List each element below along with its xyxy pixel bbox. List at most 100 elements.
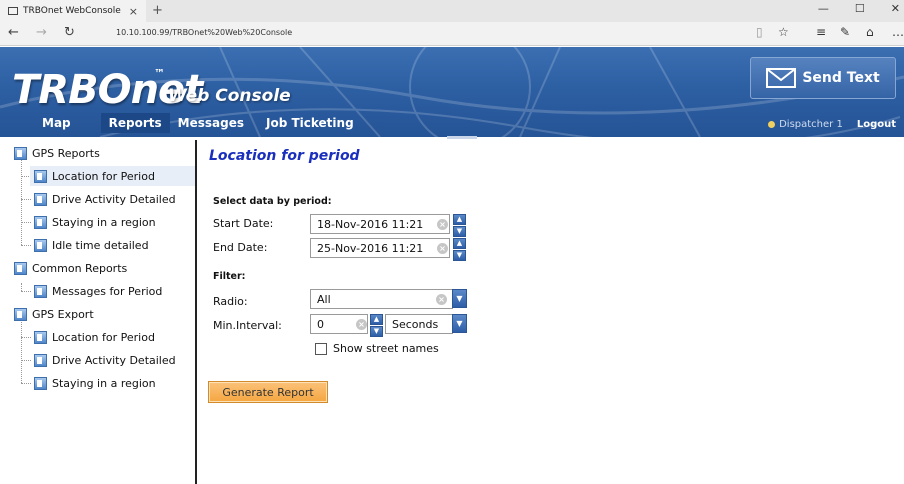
header-splitter-handle[interactable]	[447, 136, 477, 139]
clear-start-date-icon[interactable]: ×	[437, 219, 448, 230]
tree-item-export-location-for-period[interactable]: Location for Period	[30, 327, 159, 347]
send-text-button[interactable]: Send Text	[750, 57, 896, 99]
tree-item-label: Drive Activity Detailed	[52, 192, 176, 206]
main-menu: Map Reports Messages Job Ticketing	[0, 113, 362, 133]
tree-item-label: Idle time detailed	[52, 238, 149, 252]
min-interval-spinner[interactable]: ▲ ▼	[370, 314, 383, 337]
end-date-spinner[interactable]: ▲ ▼	[453, 238, 466, 261]
report-icon	[34, 215, 47, 229]
menu-item-reports[interactable]: Reports	[100, 113, 170, 133]
app-header: TRBOnet ™ Web Console Map Reports Messag…	[0, 47, 904, 137]
report-icon	[34, 353, 47, 367]
menu-item-map[interactable]: Map	[0, 113, 101, 133]
tree-item-label: Drive Activity Detailed	[52, 353, 176, 367]
forward-icon[interactable]: →	[36, 25, 47, 40]
hub-icon[interactable]: ≡	[816, 25, 826, 39]
tab-close-icon[interactable]: ×	[129, 5, 138, 18]
page-title: Location for period	[209, 148, 360, 164]
tree-group-gps-reports[interactable]: GPS Reports	[10, 143, 104, 163]
tree-item-label: Location for Period	[52, 330, 155, 344]
radio-dropdown-icon[interactable]: ▼	[452, 289, 467, 308]
report-tree: GPS Reports Location for Period Drive Ac…	[0, 140, 197, 484]
start-date-spinner[interactable]: ▲ ▼	[453, 214, 466, 237]
clear-radio-icon[interactable]: ×	[436, 294, 447, 305]
tree-item-staying-in-region[interactable]: Staying in a region	[30, 212, 160, 232]
tree-item-idle-time-detailed[interactable]: Idle time detailed	[30, 235, 153, 255]
report-icon	[34, 376, 47, 390]
more-icon[interactable]: …	[892, 25, 904, 39]
back-icon[interactable]: ←	[8, 25, 19, 40]
tree-group-common-reports[interactable]: Common Reports	[10, 258, 131, 278]
report-icon	[34, 330, 47, 344]
tab-page-icon	[8, 7, 18, 15]
spin-up-icon[interactable]: ▲	[453, 238, 466, 249]
report-icon	[34, 284, 47, 298]
menu-item-messages[interactable]: Messages	[170, 113, 252, 133]
maximize-icon[interactable]: ☐	[855, 2, 865, 15]
browser-tabbar: TRBOnet WebConsole × + — ☐ ✕	[0, 0, 904, 22]
tree-item-label: Location for Period	[52, 169, 155, 183]
tree-item-location-for-period[interactable]: Location for Period	[30, 166, 195, 186]
tree-item-drive-activity-detailed[interactable]: Drive Activity Detailed	[30, 189, 180, 209]
reading-view-icon[interactable]: ▯	[756, 25, 763, 39]
browser-tab[interactable]: TRBOnet WebConsole ×	[0, 0, 146, 22]
minimize-icon[interactable]: —	[818, 2, 829, 15]
interval-unit-dropdown-icon[interactable]: ▼	[452, 314, 467, 333]
show-street-names-label: Show street names	[333, 342, 439, 355]
app-subtitle: Web Console	[168, 86, 291, 106]
report-icon	[34, 238, 47, 252]
spin-down-icon[interactable]: ▼	[453, 250, 466, 261]
favorite-star-icon[interactable]: ☆	[778, 25, 789, 39]
close-window-icon[interactable]: ✕	[891, 2, 900, 15]
trademark-mark: ™	[154, 67, 165, 80]
select-period-heading: Select data by period:	[213, 196, 332, 207]
radio-label: Radio:	[213, 295, 248, 308]
send-text-label: Send Text	[802, 70, 880, 86]
tree-item-label: Staying in a region	[52, 215, 156, 229]
report-form-panel: Location for period Select data by perio…	[199, 140, 904, 484]
report-icon	[34, 169, 47, 183]
report-folder-icon	[14, 307, 27, 321]
clear-interval-icon[interactable]: ×	[356, 319, 367, 330]
tree-item-messages-for-period[interactable]: Messages for Period	[30, 281, 166, 301]
logout-link[interactable]: Logout	[857, 119, 896, 130]
spin-up-icon[interactable]: ▲	[453, 214, 466, 225]
tree-item-label: Staying in a region	[52, 376, 156, 390]
window-controls: — ☐ ✕	[818, 2, 904, 15]
spin-up-icon[interactable]: ▲	[370, 314, 383, 325]
user-status: Dispatcher 1 Logout	[768, 119, 896, 130]
start-date-input[interactable]: 18-Nov-2016 11:21	[310, 214, 450, 234]
radio-select[interactable]: All	[310, 289, 453, 309]
menu-item-job-ticketing[interactable]: Job Ticketing	[252, 113, 362, 133]
interval-unit-value: Seconds	[392, 317, 439, 331]
tree-group-label: Common Reports	[32, 261, 128, 275]
show-street-names-checkbox[interactable]	[315, 343, 327, 355]
end-date-input[interactable]: 25-Nov-2016 11:21	[310, 238, 450, 258]
tree-item-export-drive-activity-detailed[interactable]: Drive Activity Detailed	[30, 350, 180, 370]
interval-unit-select[interactable]: Seconds	[385, 314, 453, 334]
spin-down-icon[interactable]: ▼	[453, 226, 466, 237]
clear-end-date-icon[interactable]: ×	[437, 243, 448, 254]
tree-item-label: Messages for Period	[52, 284, 163, 298]
spin-down-icon[interactable]: ▼	[370, 326, 383, 337]
end-date-value: 25-Nov-2016 11:21	[317, 241, 424, 255]
tree-group-gps-export[interactable]: GPS Export	[10, 304, 98, 324]
url-field[interactable]: 10.10.100.99/TRBOnet%20Web%20Console	[116, 28, 292, 37]
generate-report-button[interactable]: Generate Report	[208, 381, 328, 403]
new-tab-icon[interactable]: +	[152, 3, 163, 18]
min-interval-label: Min.Interval:	[213, 319, 282, 332]
share-icon[interactable]: ⌂	[866, 25, 874, 39]
tab-title: TRBOnet WebConsole	[23, 6, 121, 16]
start-date-value: 18-Nov-2016 11:21	[317, 217, 424, 231]
report-icon	[34, 192, 47, 206]
tree-item-export-staying-in-region[interactable]: Staying in a region	[30, 373, 160, 393]
report-folder-icon	[14, 146, 27, 160]
status-dot-icon	[768, 121, 776, 128]
start-date-label: Start Date:	[213, 217, 274, 230]
report-folder-icon	[14, 261, 27, 275]
web-note-icon[interactable]: ✎	[840, 25, 850, 39]
refresh-icon[interactable]: ↻	[64, 25, 75, 40]
address-bar: ← → ↻ 10.10.100.99/TRBOnet%20Web%20Conso…	[0, 22, 904, 46]
dispatcher-name: Dispatcher 1	[779, 119, 843, 130]
min-interval-value: 0	[317, 317, 324, 331]
